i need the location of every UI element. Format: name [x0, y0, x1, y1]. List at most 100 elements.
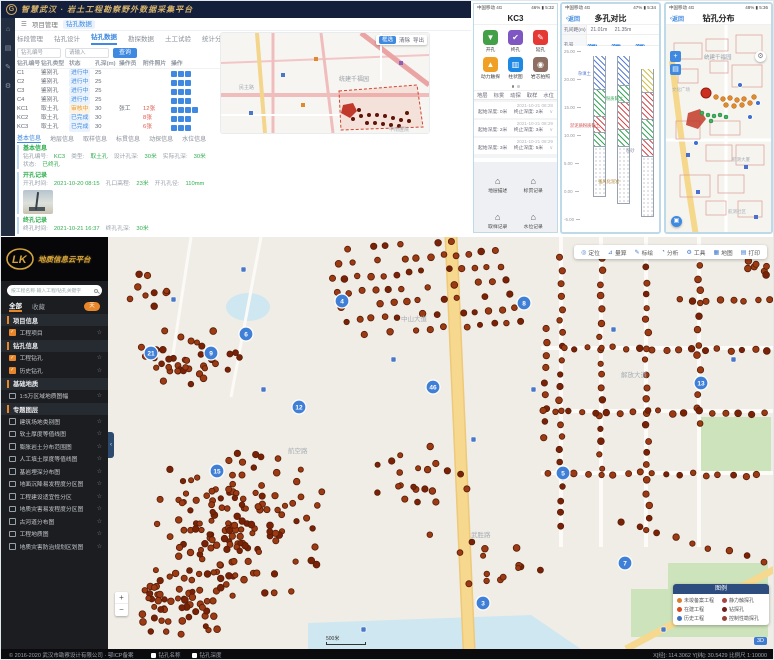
borehole-dot[interactable] — [649, 471, 654, 476]
borehole-dot[interactable] — [314, 503, 320, 509]
borehole-dot[interactable] — [271, 571, 277, 577]
borehole-dot[interactable] — [148, 629, 154, 635]
borehole-dot[interactable] — [344, 319, 349, 324]
borehole-dot[interactable] — [233, 573, 238, 578]
borehole-dot[interactable] — [233, 350, 239, 356]
tab-all[interactable]: 全部 — [9, 300, 22, 312]
borehole-dot[interactable] — [748, 411, 754, 417]
borehole-dot[interactable] — [178, 631, 184, 637]
borehole-dot[interactable] — [642, 421, 649, 428]
borehole-dot[interactable] — [644, 449, 650, 455]
borehole-dot[interactable] — [433, 460, 439, 466]
borehole-dot[interactable] — [197, 587, 203, 593]
borehole-dot[interactable] — [560, 329, 566, 335]
borehole-dot[interactable] — [181, 575, 187, 581]
borehole-dot[interactable] — [543, 325, 549, 331]
borehole-dot[interactable] — [178, 334, 184, 340]
borehole-dot[interactable] — [157, 577, 163, 583]
layer-item[interactable]: 膨胀岩土分布范围图☆ — [1, 440, 108, 453]
borehole-dot[interactable] — [189, 577, 195, 583]
checkbox[interactable] — [9, 456, 16, 463]
borehole-dot[interactable] — [499, 307, 505, 313]
borehole-dot[interactable] — [466, 581, 472, 587]
borehole-dot[interactable] — [209, 488, 215, 494]
star-icon[interactable]: ☆ — [97, 468, 102, 475]
home-icon[interactable]: ⌂ — [6, 26, 10, 33]
star-icon[interactable]: ☆ — [97, 543, 102, 550]
action-button[interactable] — [171, 116, 177, 122]
borehole-dot[interactable] — [429, 488, 436, 495]
borehole-dot[interactable] — [211, 613, 218, 620]
borehole-dot[interactable] — [186, 614, 192, 620]
cluster-marker[interactable]: 6 — [239, 327, 253, 341]
borehole-dot[interactable] — [225, 506, 231, 512]
borehole-dot[interactable] — [598, 438, 605, 445]
borehole-dot[interactable] — [558, 281, 564, 287]
borehole-dot[interactable] — [251, 465, 257, 471]
desktop-map[interactable]: 统建千福园 民主路 中南医院 框选清除导出 — [221, 33, 429, 133]
layers-button[interactable]: ▤ — [670, 64, 681, 75]
borehole-dot[interactable] — [218, 496, 223, 501]
cluster-marker[interactable]: 12 — [292, 400, 306, 414]
borehole-dot[interactable] — [188, 508, 193, 513]
borehole-dot[interactable] — [341, 276, 348, 283]
borehole-dot[interactable] — [248, 521, 255, 528]
borehole-dot[interactable] — [198, 547, 203, 552]
borehole-dot[interactable] — [204, 571, 211, 578]
borehole-dot[interactable] — [697, 263, 703, 269]
borehole-dot[interactable] — [203, 624, 208, 629]
borehole-dot[interactable] — [199, 604, 205, 610]
borehole-dot[interactable] — [680, 410, 687, 417]
borehole-dot[interactable] — [485, 308, 492, 315]
borehole-dot[interactable] — [441, 252, 447, 258]
detail-tab-3[interactable]: 标贯信息 — [116, 134, 140, 143]
borehole-dot[interactable] — [298, 467, 303, 472]
borehole-dot[interactable] — [158, 607, 164, 613]
borehole-dot[interactable] — [599, 397, 606, 404]
search-input[interactable]: 按工程名称·输入工程/钻孔关键字 — [11, 287, 92, 294]
borehole-dot[interactable] — [415, 297, 420, 302]
borehole-dot[interactable] — [159, 361, 165, 367]
shortcut-地层描述[interactable]: ⌂地层描述 — [482, 168, 514, 202]
layer-item[interactable]: 建筑场地类别图☆ — [1, 415, 108, 428]
star-icon[interactable]: ☆ — [97, 367, 102, 374]
borehole-dot[interactable] — [335, 260, 342, 267]
borehole-dot[interactable] — [562, 345, 568, 351]
borehole-dot[interactable] — [375, 462, 380, 467]
borehole-dot[interactable] — [389, 458, 395, 464]
borehole-dot[interactable] — [739, 347, 744, 352]
tab-动探[interactable]: 动探 — [510, 91, 521, 99]
borehole-dot[interactable] — [677, 296, 683, 302]
action-button[interactable] — [171, 89, 177, 95]
borehole-dot[interactable] — [553, 409, 559, 415]
checkbox[interactable] — [9, 393, 16, 400]
borehole-dot[interactable] — [503, 277, 509, 283]
borehole-dot[interactable] — [194, 340, 199, 345]
borehole-dot[interactable] — [345, 246, 351, 252]
borehole-dot[interactable] — [618, 519, 624, 525]
detail-tab-1[interactable]: 地层信息 — [50, 134, 74, 143]
borehole-dot[interactable] — [312, 544, 318, 550]
tool-地图[interactable]: ▦地图 — [713, 248, 732, 257]
borehole-dot[interactable] — [598, 426, 603, 431]
borehole-dot[interactable] — [175, 517, 182, 524]
borehole-dot[interactable] — [175, 368, 181, 374]
table-row[interactable]: C3鉴别孔进行中25 — [17, 87, 221, 96]
borehole-dot[interactable] — [219, 505, 225, 511]
borehole-dot[interactable] — [756, 297, 762, 303]
borehole-dot[interactable] — [504, 320, 510, 326]
borehole-dot[interactable] — [697, 367, 703, 373]
borehole-dot[interactable] — [599, 472, 604, 477]
borehole-dot[interactable] — [207, 532, 212, 537]
borehole-dot[interactable] — [705, 546, 711, 552]
borehole-dot[interactable] — [259, 483, 265, 489]
borehole-dot[interactable] — [153, 568, 158, 573]
borehole-dot[interactable] — [637, 469, 643, 475]
borehole-dot[interactable] — [637, 524, 643, 530]
borehole-dot[interactable] — [646, 502, 653, 509]
borehole-dot[interactable] — [204, 598, 210, 604]
borehole-dot[interactable] — [402, 256, 408, 262]
borehole-dot[interactable] — [696, 343, 702, 349]
table-row[interactable]: KC3取土孔已完成306张 — [17, 123, 221, 132]
borehole-dot[interactable] — [230, 481, 236, 487]
